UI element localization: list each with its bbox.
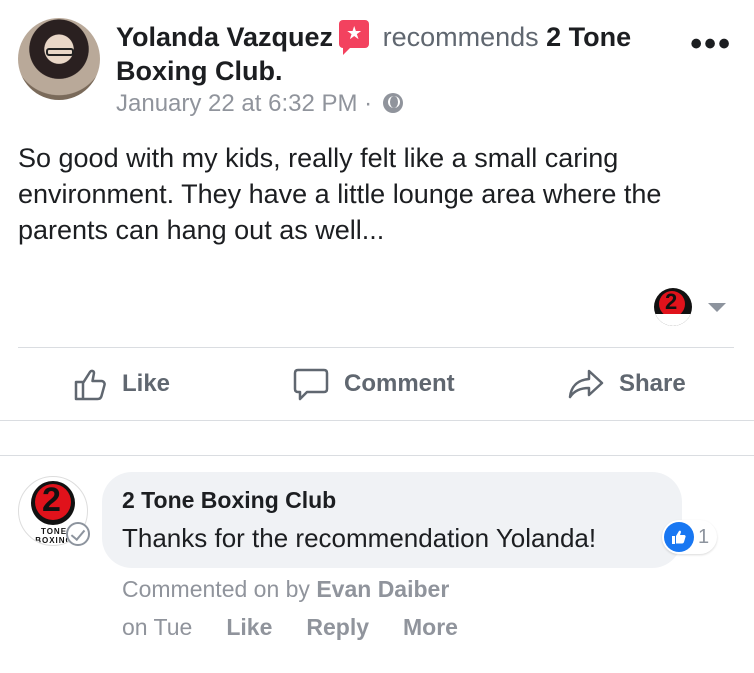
- speech-bubble-icon: [293, 368, 329, 401]
- share-arrow-icon: [568, 369, 604, 399]
- post-body: So good with my kids, really felt like a…: [18, 143, 662, 245]
- reaction-count: 1: [698, 525, 710, 548]
- thumbs-up-icon: [664, 522, 694, 552]
- page-selector[interactable]: 2: [650, 288, 740, 328]
- globe-icon: [382, 93, 403, 113]
- timestamp-text: January 22 at 6:32 PM: [116, 90, 358, 117]
- share-button[interactable]: Share: [567, 366, 686, 402]
- post-action-text: recommends: [382, 22, 539, 52]
- comment-time[interactable]: on Tue: [122, 614, 192, 641]
- thumbs-up-icon: [74, 369, 106, 401]
- thumbs-up-glyph: [672, 530, 686, 544]
- attribution-prefix: Commented on by: [122, 576, 310, 602]
- author-avatar[interactable]: [18, 18, 100, 100]
- post-header: Yolanda Vazquez recommends 2 Tone Boxing…: [18, 16, 738, 126]
- logo-number: 2: [665, 289, 678, 314]
- comment-more-button[interactable]: More: [403, 614, 458, 641]
- comment-like-button[interactable]: Like: [226, 614, 272, 641]
- star-badge-icon: [339, 20, 370, 55]
- logo-ring-band: [654, 314, 692, 326]
- more-options-button[interactable]: •••: [690, 27, 732, 61]
- avatar-glasses: [46, 48, 74, 56]
- attribution-name[interactable]: Evan Daiber: [316, 576, 449, 602]
- comment-button[interactable]: Comment: [292, 366, 455, 402]
- action-bar: Like Comment Share: [0, 348, 754, 420]
- comment-bubble[interactable]: 2 Tone Boxing Club Thanks for the recomm…: [102, 472, 682, 568]
- chevron-down-icon[interactable]: [708, 303, 726, 312]
- post-headline: Yolanda Vazquez recommends 2 Tone Boxing…: [116, 20, 696, 88]
- comment-author[interactable]: 2 Tone Boxing Club: [122, 486, 662, 514]
- comment-actions: on Tue Like Reply More: [122, 614, 492, 641]
- section-gap: [0, 421, 754, 455]
- like-button[interactable]: Like: [72, 366, 170, 402]
- comment-reaction-summary[interactable]: 1: [662, 520, 718, 554]
- comment-label: Comment: [344, 370, 455, 397]
- check-circle-icon: [66, 522, 90, 546]
- comment-text: Thanks for the recommendation Yolanda!: [122, 523, 597, 553]
- timestamp-separator: ·: [364, 90, 373, 117]
- share-label: Share: [619, 370, 686, 397]
- page-logo-icon: 2: [654, 288, 692, 326]
- like-label: Like: [122, 370, 171, 397]
- logo-number: 2: [42, 481, 61, 519]
- comment-attribution: Commented on by Evan Daiber: [122, 576, 449, 603]
- post-timestamp[interactable]: January 22 at 6:32 PM ·: [116, 90, 403, 118]
- comment-reply-button[interactable]: Reply: [306, 614, 369, 641]
- logo-disc: 2: [31, 481, 75, 525]
- author-name[interactable]: Yolanda Vazquez: [116, 22, 333, 52]
- comment: 2 TONE BOXING CLUB 2 Tone Boxing Club Th…: [0, 456, 754, 673]
